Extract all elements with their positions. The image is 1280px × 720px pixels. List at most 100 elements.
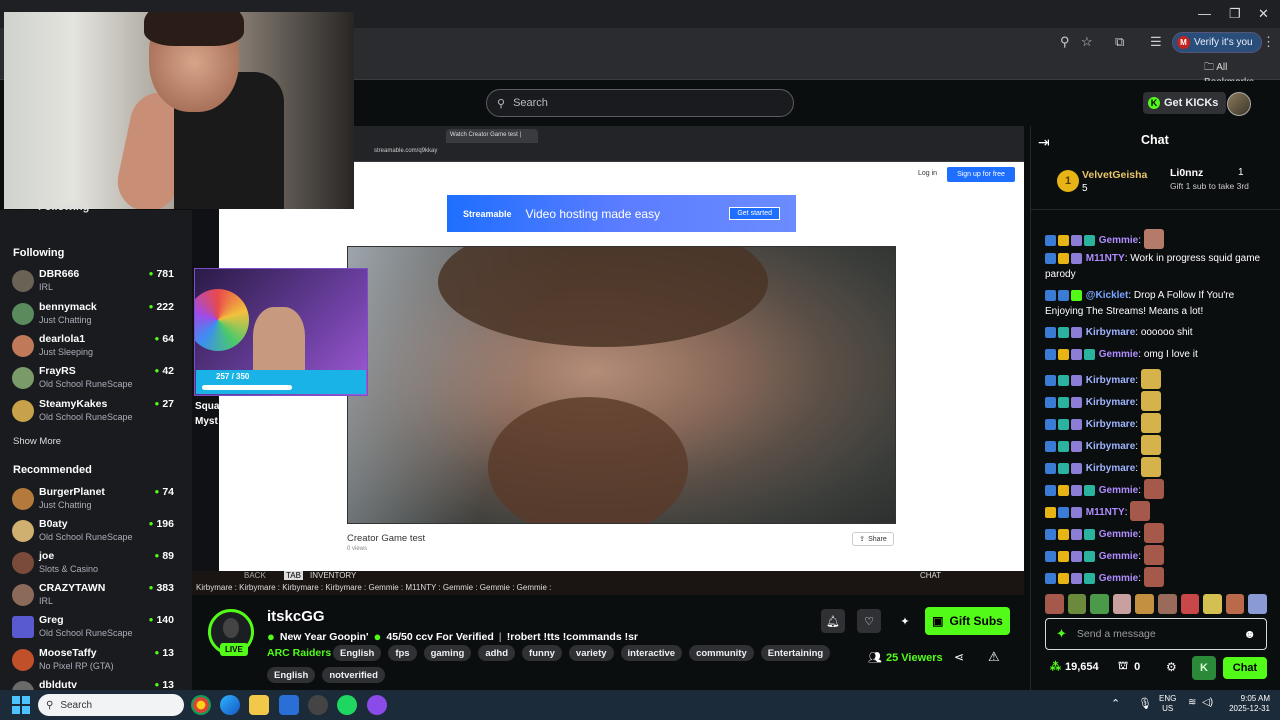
wifi-icon[interactable]: ≋	[1188, 697, 1196, 708]
emote[interactable]	[1203, 594, 1222, 614]
close-window-icon[interactable]: ✕	[1258, 6, 1269, 22]
language-indicator[interactable]: ENG US	[1159, 694, 1176, 714]
tag[interactable]: fps	[388, 645, 417, 661]
sidebar-item-following[interactable]: SteamyKakes Old School RuneScape 27	[12, 396, 180, 426]
channel-name[interactable]: itskcGG	[267, 608, 325, 625]
report-warning-icon[interactable]: ⚠	[988, 649, 1000, 665]
tag[interactable]: adhd	[478, 645, 516, 661]
zoom-icon[interactable]: ⚲	[1060, 34, 1070, 50]
chat-message-input[interactable]: ✦ Send a message ☻	[1045, 618, 1267, 650]
category-link[interactable]: ARC Raiders	[267, 647, 331, 659]
emote[interactable]	[1248, 594, 1267, 614]
sparkle-icon[interactable]: ✦	[1056, 626, 1067, 642]
chat-settings-gear-icon[interactable]: ⚙	[1166, 660, 1177, 674]
user-badges	[1045, 349, 1096, 360]
microphone-icon[interactable]: 🎙︎	[1138, 697, 1152, 710]
search-input[interactable]: ⚲ Search	[486, 89, 794, 117]
emote	[1143, 567, 1164, 587]
captured-tab: Watch Creator Game test |	[446, 129, 538, 143]
tag[interactable]: community	[689, 645, 754, 661]
tag[interactable]: English	[267, 667, 316, 683]
tag[interactable]: Entertaining	[760, 645, 831, 661]
collapse-chat-icon[interactable]: ⇥	[1038, 134, 1050, 151]
file-explorer-icon[interactable]	[249, 695, 269, 715]
maximize-icon[interactable]: ❐	[1229, 6, 1241, 22]
emote[interactable]	[1090, 594, 1109, 614]
user-badges	[1045, 253, 1083, 264]
browser-menu-icon[interactable]: ⋮	[1262, 34, 1275, 50]
follow-heart-icon[interactable]: ♡	[857, 609, 881, 633]
reading-list-icon[interactable]: ☰	[1150, 34, 1162, 50]
extensions-icon[interactable]: ⧉	[1115, 34, 1124, 50]
tag[interactable]: variety	[568, 645, 614, 661]
tag[interactable]: English	[333, 645, 382, 661]
get-kicks-button[interactable]: K Get KICKs	[1143, 92, 1227, 114]
user-badges	[1045, 507, 1083, 518]
show-more-link[interactable]: Show More	[13, 436, 61, 447]
sidebar-item-recommended[interactable]: CRAZYTAWN IRL 383	[12, 580, 180, 610]
emote[interactable]	[1135, 594, 1154, 614]
sidebar-item-recommended[interactable]: Greg Old School RuneScape 140	[12, 612, 180, 642]
sidebar-item-following[interactable]: FrayRS Old School RuneScape 42	[12, 363, 180, 393]
notification-bell-icon[interactable]: 🔔︎	[821, 609, 845, 633]
captured-video-title: Creator Game test	[347, 533, 426, 544]
streamable-logo: Streamable	[463, 208, 512, 219]
overlay-text-2: Myst	[195, 416, 218, 427]
emoji-picker-icon[interactable]: ☻	[1243, 627, 1256, 641]
chest-counter[interactable]: ⛫ 0	[1118, 660, 1140, 674]
captured-share-button: ⇪ Share	[852, 532, 894, 546]
captured-signup: Sign up for free	[947, 167, 1015, 182]
overlay-text-1: Squa	[195, 401, 220, 412]
spotify-icon[interactable]	[337, 695, 357, 715]
sidebar-item-recommended[interactable]: MooseTaffy No Pixel RP (GTA) 13	[12, 645, 180, 675]
chat-message: Kirbymare:	[1045, 435, 1273, 455]
windows-start-icon[interactable]	[12, 696, 30, 714]
emote[interactable]	[1067, 594, 1087, 614]
sidebar-item-following[interactable]: DBR666 IRL 781	[12, 266, 180, 296]
discord-icon[interactable]	[367, 695, 387, 715]
user-badges	[1045, 529, 1096, 540]
emote[interactable]	[1225, 594, 1245, 614]
tray-chevron-icon[interactable]: ⌃	[1111, 697, 1120, 710]
share-icon[interactable]: ⋖	[954, 650, 964, 664]
user-avatar[interactable]	[1227, 92, 1251, 116]
taskbar-search[interactable]: ⚲ Search	[38, 694, 184, 716]
channel-points[interactable]: ⁂ 19,654	[1050, 660, 1099, 674]
edge-icon[interactable]	[220, 695, 240, 715]
emote[interactable]	[1112, 594, 1132, 614]
send-chat-button[interactable]: Chat	[1223, 657, 1267, 679]
user-badges	[1045, 441, 1083, 452]
obs-icon[interactable]	[308, 695, 328, 715]
minimize-icon[interactable]: —	[1198, 6, 1211, 21]
tag[interactable]: funny	[522, 645, 562, 661]
emote[interactable]	[1180, 594, 1200, 614]
webcam-overlay	[4, 12, 354, 209]
verify-profile-button[interactable]: M Verify it's you	[1172, 32, 1262, 53]
kick-coin-icon: K	[1148, 97, 1160, 109]
volume-icon[interactable]: ◁)	[1202, 697, 1213, 708]
sidebar-item-recommended[interactable]: joe Slots & Casino 89	[12, 548, 180, 578]
emote	[1143, 229, 1164, 249]
emote[interactable]	[1045, 594, 1064, 614]
chat-message: Gemmie:	[1045, 479, 1273, 499]
kick-bot-icon[interactable]: K	[1192, 656, 1216, 680]
search-icon: ⚲	[497, 97, 506, 110]
tag[interactable]: notverified	[322, 667, 385, 683]
sidebar-item-recommended[interactable]: dbldutv 13	[12, 677, 180, 690]
clock[interactable]: 9:05 AM 2025-12-31	[1226, 694, 1270, 714]
sidebar-item-recommended[interactable]: B0aty Old School RuneScape 196	[12, 516, 180, 546]
sidebar-item-following[interactable]: bennymack Just Chatting 222	[12, 299, 180, 329]
sidebar-item-following[interactable]: dearlola1 Just Sleeping 64	[12, 331, 180, 361]
chat-message: Gemmie: omg I love it	[1045, 347, 1273, 363]
tag[interactable]: interactive	[620, 645, 683, 661]
streamable-banner: Streamable Video hosting made easy Get s…	[447, 195, 796, 232]
chrome-icon[interactable]	[191, 695, 211, 715]
emote[interactable]	[1157, 594, 1177, 614]
tag[interactable]: gaming	[423, 645, 472, 661]
bookmark-star-icon[interactable]: ☆	[1081, 34, 1093, 50]
sidebar-item-recommended[interactable]: BurgerPlanet Just Chatting 74	[12, 484, 180, 514]
gift-subs-button[interactable]: ▣ Gift Subs	[925, 607, 1010, 635]
store-icon[interactable]	[279, 695, 299, 715]
sparkle-icon[interactable]: ✦	[893, 609, 917, 633]
avatar-figure	[223, 618, 239, 638]
